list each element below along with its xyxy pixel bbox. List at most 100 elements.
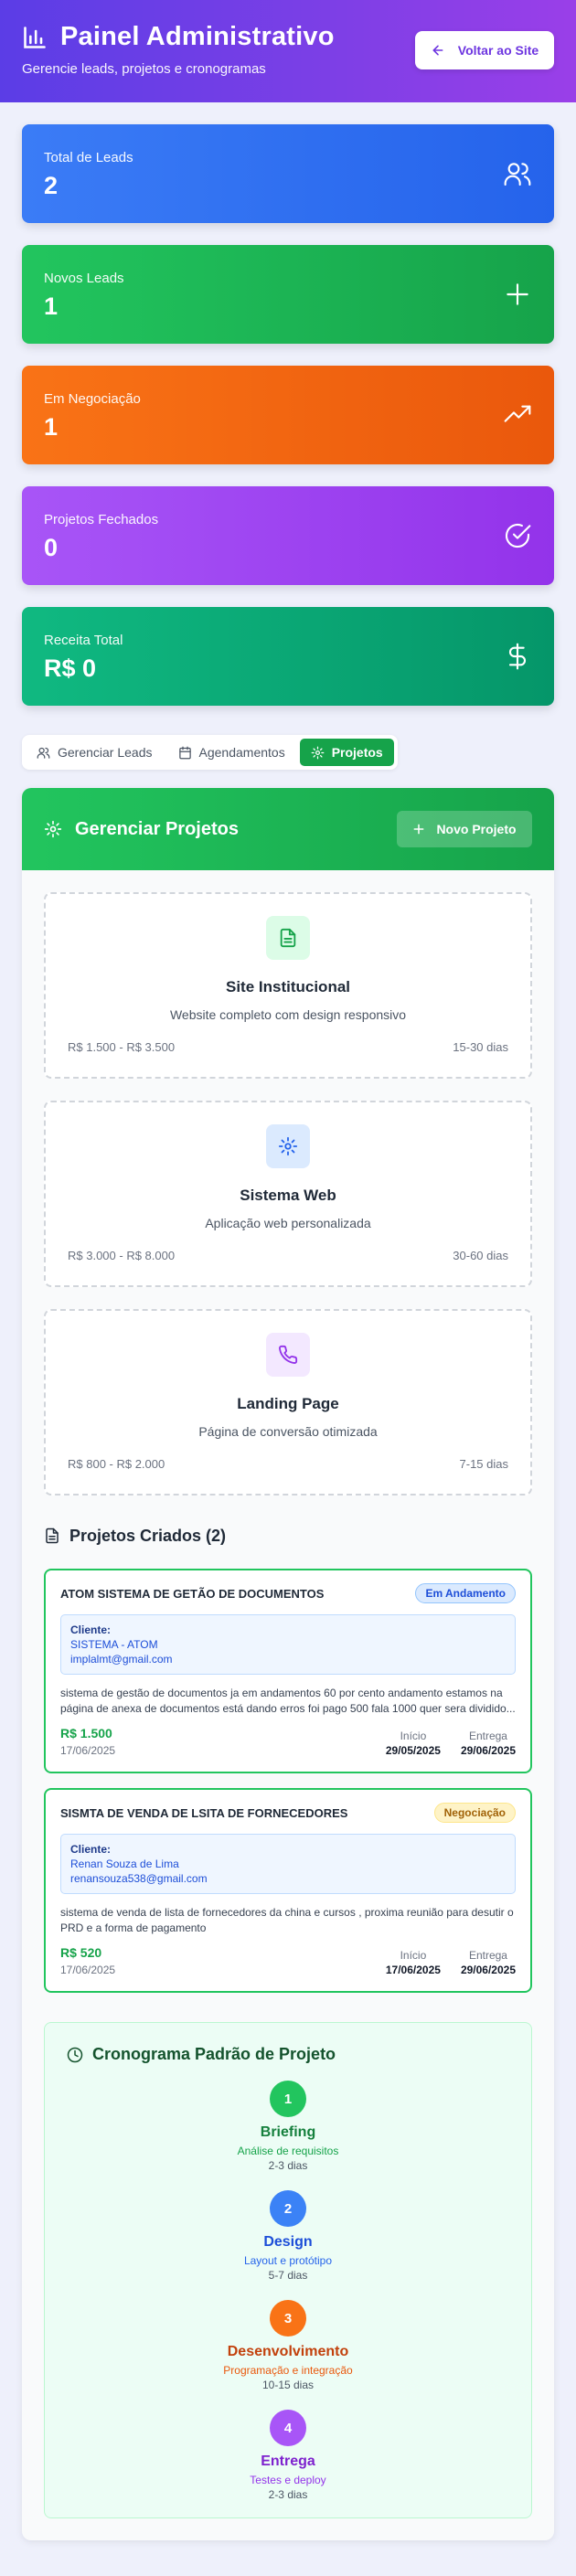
calendar-icon <box>178 746 192 760</box>
template-card[interactable]: Landing Page Página de conversão otimiza… <box>44 1309 532 1496</box>
step-time: 2-3 dias <box>268 2159 308 2172</box>
stat-card-total-revenue: Receita Total R$ 0 <box>22 607 554 706</box>
delivery-label: Entrega <box>468 1730 507 1742</box>
back-to-site-button[interactable]: Voltar ao Site <box>415 31 554 69</box>
step-desc: Layout e protótipo <box>243 2254 333 2267</box>
template-card[interactable]: Site Institucional Website completo com … <box>44 892 532 1079</box>
start-date: 29/05/2025 <box>385 1744 441 1757</box>
created-projects-title: Projetos Criados (2) <box>44 1517 532 1554</box>
timeline-steps: 1 Briefing Análise de requisitos 2-3 dia… <box>67 2081 509 2501</box>
tab-leads[interactable]: Gerenciar Leads <box>26 739 164 766</box>
check-circle-icon <box>503 521 532 550</box>
project-description: sistema de gestão de documentos ja em an… <box>60 1687 516 1715</box>
tab-label: Gerenciar Leads <box>58 745 153 760</box>
trending-up-icon <box>503 400 532 430</box>
users-icon <box>37 746 50 760</box>
template-time: 7-15 dias <box>459 1457 508 1471</box>
page-title: Painel Administrativo <box>60 22 335 51</box>
file-icon <box>44 1528 60 1544</box>
new-project-label: Novo Projeto <box>436 822 517 836</box>
stat-value: R$ 0 <box>44 655 97 682</box>
project-timeline: Cronograma Padrão de Projeto 1 Briefing … <box>44 2022 532 2518</box>
tab-schedules[interactable]: Agendamentos <box>167 739 296 766</box>
client-email: implalmt@gmail.com <box>70 1653 173 1666</box>
gear-icon <box>266 1124 310 1168</box>
status-badge: Negociação <box>433 1803 516 1823</box>
timeline-step: 3 Desenvolvimento Programação e integraç… <box>67 2300 509 2410</box>
gear-icon <box>44 820 62 838</box>
client-info: Cliente: SISTEMA - ATOM implalmt@gmail.c… <box>60 1614 516 1675</box>
delivery-label: Entrega <box>468 1949 507 1962</box>
plus-icon <box>412 823 425 836</box>
step-time: 2-3 dias <box>268 2488 308 2501</box>
timeline-step: 1 Briefing Análise de requisitos 2-3 dia… <box>67 2081 509 2190</box>
step-number: 3 <box>270 2300 306 2336</box>
delivery-date: 29/06/2025 <box>460 1964 516 1976</box>
project-price: R$ 520 <box>60 1945 102 1960</box>
template-card[interactable]: Sistema Web Aplicação web personalizada … <box>44 1101 532 1287</box>
step-desc: Análise de requisitos <box>237 2145 339 2157</box>
template-price: R$ 1.500 - R$ 3.500 <box>68 1040 176 1054</box>
step-time: 10-15 dias <box>261 2379 315 2391</box>
template-time: 15-30 dias <box>453 1040 508 1054</box>
client-email: renansouza538@gmail.com <box>70 1872 208 1885</box>
template-price: R$ 3.000 - R$ 8.000 <box>68 1249 176 1262</box>
step-name: Design <box>263 2234 313 2250</box>
file-icon <box>266 916 310 960</box>
stat-label: Novos Leads <box>44 271 124 286</box>
stat-card-closed-projects: Projetos Fechados 0 <box>22 486 554 585</box>
tabs: Gerenciar Leads Agendamentos Projetos <box>22 735 398 770</box>
status-badge: Em Andamento <box>415 1583 516 1603</box>
stat-label: Projetos Fechados <box>44 512 159 527</box>
template-time: 30-60 dias <box>453 1249 508 1262</box>
template-desc: Website completo com design responsivo <box>169 1007 407 1022</box>
created-projects-title-text: Projetos Criados (2) <box>69 1526 227 1545</box>
timeline-step: 4 Entrega Testes e deploy 2-3 dias <box>67 2410 509 2501</box>
projects-panel-title-text: Gerenciar Projetos <box>75 818 239 839</box>
project-price: R$ 1.500 <box>60 1726 112 1740</box>
stat-card-new-leads: Novos Leads 1 <box>22 245 554 344</box>
timeline-step: 2 Design Layout e protótipo 5-7 dias <box>67 2190 509 2300</box>
template-price: R$ 800 - R$ 2.000 <box>68 1457 165 1471</box>
stat-label: Total de Leads <box>44 150 133 165</box>
tab-projects[interactable]: Projetos <box>299 739 394 766</box>
step-number: 4 <box>270 2410 306 2446</box>
projects-panel-title: Gerenciar Projetos <box>44 819 239 840</box>
start-label: Início <box>400 1730 427 1742</box>
template-name: Site Institucional <box>225 978 351 995</box>
delivery-date: 29/06/2025 <box>460 1744 516 1757</box>
projects-panel: Gerenciar Projetos Novo Projeto Site Ins… <box>22 788 554 2540</box>
template-name: Landing Page <box>237 1395 339 1412</box>
stat-value: 2 <box>44 172 59 199</box>
client-info: Cliente: Renan Souza de Lima renansouza5… <box>60 1834 516 1894</box>
project-card[interactable]: ATOM SISTEMA DE GETÃO DE DOCUMENTOS Em A… <box>44 1569 532 1773</box>
client-label: Cliente: <box>70 1843 112 1856</box>
step-time: 5-7 dias <box>268 2269 308 2282</box>
project-card[interactable]: SISMTA DE VENDA DE LSITA DE FORNECEDORES… <box>44 1788 532 1993</box>
arrow-left-icon <box>431 43 445 58</box>
new-project-button[interactable]: Novo Projeto <box>397 811 532 847</box>
client-label: Cliente: <box>70 1623 112 1636</box>
tab-label: Projetos <box>331 745 383 760</box>
template-name: Sistema Web <box>240 1187 336 1204</box>
tab-label: Agendamentos <box>198 745 285 760</box>
timeline-title-text: Cronograma Padrão de Projeto <box>92 2045 336 2063</box>
stat-value: 0 <box>44 534 59 561</box>
step-desc: Programação e integração <box>223 2364 353 2377</box>
project-name: SISMTA DE VENDA DE LSITA DE FORNECEDORES <box>60 1806 348 1820</box>
stats-section: Total de Leads 2 Novos Leads 1 Em Negoci… <box>0 102 576 706</box>
project-templates: Site Institucional Website completo com … <box>22 870 554 1496</box>
template-desc: Página de conversão otimizada <box>198 1424 378 1439</box>
step-number: 1 <box>270 2081 306 2117</box>
stat-card-negotiation: Em Negociação 1 <box>22 366 554 464</box>
stat-value: 1 <box>44 413 59 441</box>
bottom-spacer <box>0 2540 576 2562</box>
project-description: sistema de venda de lista de fornecedore… <box>60 1906 514 1934</box>
client-name: SISTEMA - ATOM <box>70 1638 158 1651</box>
stat-value: 1 <box>44 293 59 320</box>
start-date: 17/06/2025 <box>385 1964 441 1976</box>
back-to-site-label: Voltar ao Site <box>457 43 539 58</box>
project-created-date: 17/06/2025 <box>60 1964 116 1976</box>
plus-icon <box>503 280 532 309</box>
project-name: ATOM SISTEMA DE GETÃO DE DOCUMENTOS <box>60 1587 325 1601</box>
